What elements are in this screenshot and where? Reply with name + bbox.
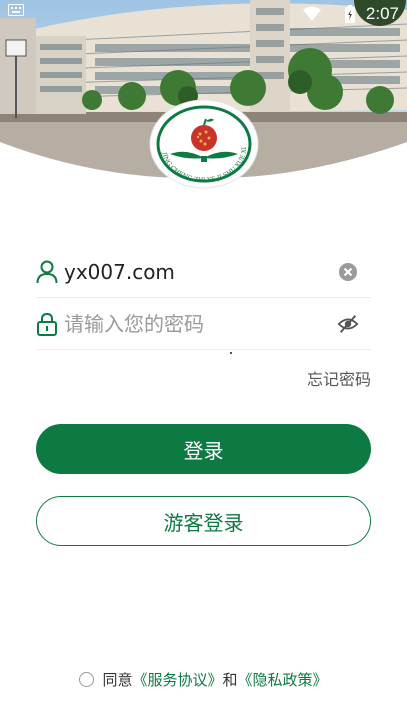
privacy-policy-link[interactable]: 《隐私政策》 (238, 669, 328, 690)
eye-off-icon[interactable] (337, 313, 359, 335)
forgot-password-link[interactable]: 忘记密码 (307, 366, 371, 390)
battery-icon (345, 5, 355, 23)
clear-icon[interactable] (337, 261, 359, 283)
password-input[interactable] (64, 307, 334, 341)
stray-dot (230, 352, 232, 354)
username-input[interactable] (64, 255, 334, 289)
service-agreement-link[interactable]: 《服务协议》 (132, 669, 222, 690)
password-row (36, 298, 371, 350)
lock-icon (37, 312, 57, 336)
keyboard-icon (8, 4, 24, 16)
status-time: 2:07 (365, 4, 399, 23)
agree-conjunction: 和 (222, 670, 238, 689)
wifi-icon (303, 6, 321, 21)
agree-radio[interactable] (79, 671, 95, 687)
login-button[interactable]: 登录 (36, 424, 371, 474)
agreement-row: 同意 《服务协议》 和 《隐私政策》 (0, 668, 407, 690)
guest-login-button[interactable]: 游客登录 (36, 496, 371, 546)
username-row (36, 246, 371, 298)
user-icon (36, 260, 58, 284)
status-bar: 2:07 (0, 0, 407, 28)
agree-prefix: 同意 (102, 670, 133, 689)
school-logo: JING CHENG ZHI YE JI SHU XUE XIAO (145, 93, 260, 190)
